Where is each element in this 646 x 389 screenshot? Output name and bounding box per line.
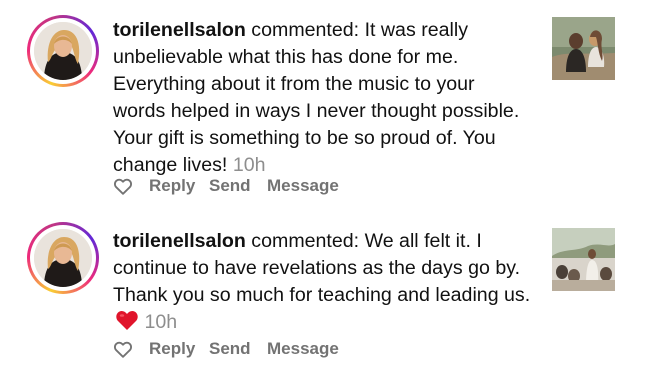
profile-photo-icon: [34, 229, 92, 287]
reply-button[interactable]: Reply: [149, 176, 195, 196]
post-thumbnail[interactable]: [552, 228, 615, 291]
username[interactable]: torilenellsalon: [113, 230, 246, 252]
post-thumbnail-image-icon: [552, 17, 615, 80]
comment-text: torilenellsalon commented: It was really…: [113, 17, 531, 179]
heart-outline-icon[interactable]: [112, 175, 134, 197]
red-heart-emoji-icon: [116, 310, 138, 330]
profile-photo-icon: [34, 22, 92, 80]
action-text: commented:: [251, 19, 360, 41]
action-bar: Reply Send Message: [113, 174, 373, 198]
notification-item[interactable]: torilenellsalon commented: It was really…: [0, 0, 646, 200]
username[interactable]: torilenellsalon: [113, 19, 246, 41]
send-button[interactable]: Send: [209, 339, 251, 359]
message-button[interactable]: Message: [267, 176, 339, 196]
timestamp: 10h: [144, 311, 178, 333]
reply-button[interactable]: Reply: [149, 339, 195, 359]
message-button[interactable]: Message: [267, 339, 339, 359]
avatar-photo: [34, 22, 92, 80]
heart-outline-icon[interactable]: [112, 338, 134, 360]
timestamp: 10h: [232, 154, 266, 176]
action-text: commented:: [251, 230, 360, 252]
avatar[interactable]: [27, 15, 99, 87]
send-button[interactable]: Send: [209, 176, 251, 196]
avatar[interactable]: [27, 222, 99, 294]
post-thumbnail-image-icon: [552, 228, 615, 291]
post-thumbnail[interactable]: [552, 17, 615, 80]
notification-item[interactable]: torilenellsalon commented: We all felt i…: [0, 200, 646, 389]
comment-text: torilenellsalon commented: We all felt i…: [113, 228, 531, 336]
avatar-photo: [34, 229, 92, 287]
comment-body: It was really unbelievable what this has…: [113, 19, 520, 176]
action-bar: Reply Send Message: [113, 337, 373, 361]
